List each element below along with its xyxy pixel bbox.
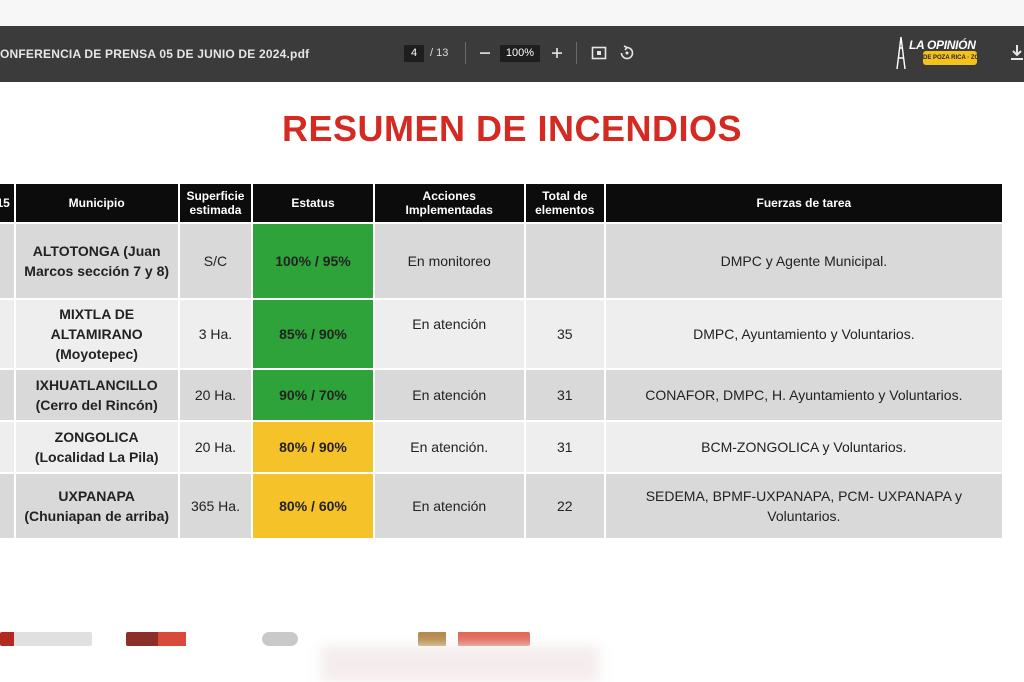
header-acciones: Acciones Implementadas [374,184,524,222]
row-marker [0,370,14,420]
cell-fuerzas: DMPC y Agente Municipal. [605,224,1002,298]
cell-municipio: ALTOTONGA (Juan Marcos sección 7 y 8) [15,224,178,298]
cell-municipio: IXHUATLANCILLO (Cerro del Rincón) [15,370,178,420]
footer-logo [126,632,206,646]
table-row: ZONGOLICA (Localidad La Pila) 20 Ha. 80%… [0,422,1002,472]
zoom-level-input[interactable]: 100% [500,45,540,62]
table-header-row: 15 Municipio Superficie estimada Estatus… [0,184,1002,222]
cell-municipio: UXPANAPA (Chuniapan de arriba) [15,474,178,538]
table-row: UXPANAPA (Chuniapan de arriba) 365 Ha. 8… [0,474,1002,538]
rotate-button[interactable] [617,40,637,66]
cell-total [525,224,604,298]
pdf-toolbar: ONFERENCIA DE PRENSA 05 DE JUNIO DE 2024… [0,26,1024,82]
zoom-in-button[interactable] [548,40,566,66]
cell-acciones: En atención. [374,422,524,472]
header-estatus: Estatus [253,184,373,222]
watermark-logo: LA OPINIÓN DE POZA RICA · ZONA NORTE [893,36,985,72]
cell-fuerzas: CONAFOR, DMPC, H. Ayuntamiento y Volunta… [605,370,1002,420]
cell-acciones: En atención [374,370,524,420]
cell-superficie: 20 Ha. [179,370,252,420]
footer-logo [418,632,530,646]
fit-page-icon [591,46,607,60]
footer-logo [0,632,92,646]
watermark-brand: LA OPINIÓN [909,38,976,52]
fires-table: 15 Municipio Superficie estimada Estatus… [0,182,1004,540]
cell-total: 31 [525,370,604,420]
header-total: Total de elementos [525,184,604,222]
cell-superficie: 3 Ha. [179,300,252,368]
video-overlay-blur [320,646,600,682]
plus-icon [552,48,562,58]
header-fuerzas: Fuerzas de tarea [605,184,1002,222]
cell-total: 22 [525,474,604,538]
toolbar-divider [465,42,466,64]
cell-superficie: 20 Ha. [179,422,252,472]
top-strip [0,0,1024,26]
cell-fuerzas: BCM-ZONGOLICA y Voluntarios. [605,422,1002,472]
cell-total: 35 [525,300,604,368]
table-row: IXHUATLANCILLO (Cerro del Rincón) 20 Ha.… [0,370,1002,420]
watermark-sub: DE POZA RICA · ZONA NORTE [923,51,977,65]
cell-municipio: MIXTLA DE ALTAMIRANO (Moyotepec) [15,300,178,368]
cell-fuerzas: DMPC, Ayuntamiento y Voluntarios. [605,300,1002,368]
cell-acciones: En atención [374,300,524,368]
header-num: 15 [0,184,14,222]
row-marker [0,300,14,368]
cell-estatus: 100% / 95% [253,224,373,298]
download-button[interactable] [1010,44,1024,67]
table-row: MIXTLA DE ALTAMIRANO (Moyotepec) 3 Ha. 8… [0,300,1002,368]
cell-estatus: 80% / 90% [253,422,373,472]
row-marker [0,474,14,538]
fit-page-button[interactable] [589,40,609,66]
cell-estatus: 90% / 70% [253,370,373,420]
slide-title: RESUMEN DE INCENDIOS [281,108,743,149]
header-municipio: Municipio [15,184,178,222]
zoom-out-button[interactable] [476,40,494,66]
cell-total: 31 [525,422,604,472]
cell-estatus: 80% / 60% [253,474,373,538]
toolbar-divider [576,42,577,64]
cell-municipio: ZONGOLICA (Localidad La Pila) [15,422,178,472]
minus-icon [480,52,490,54]
page-number-input[interactable]: 4 [404,45,424,62]
document-title: ONFERENCIA DE PRENSA 05 DE JUNIO DE 2024… [0,47,310,61]
page-total: / 13 [430,47,449,59]
oil-tower-icon [896,36,906,70]
cell-estatus: 85% / 90% [253,300,373,368]
footer-logo [262,632,298,646]
table-row: ALTOTONGA (Juan Marcos sección 7 y 8) S/… [0,224,1002,298]
header-superficie: Superficie estimada [179,184,252,222]
cell-acciones: En monitoreo [374,224,524,298]
cell-acciones: En atención [374,474,524,538]
cell-fuerzas: SEDEMA, BPMF-UXPANAPA, PCM- UXPANAPA y V… [605,474,1002,538]
download-icon [1011,45,1023,60]
row-marker [0,224,14,298]
row-marker [0,422,14,472]
cell-superficie: 365 Ha. [179,474,252,538]
rotate-icon [620,45,634,60]
cell-superficie: S/C [179,224,252,298]
